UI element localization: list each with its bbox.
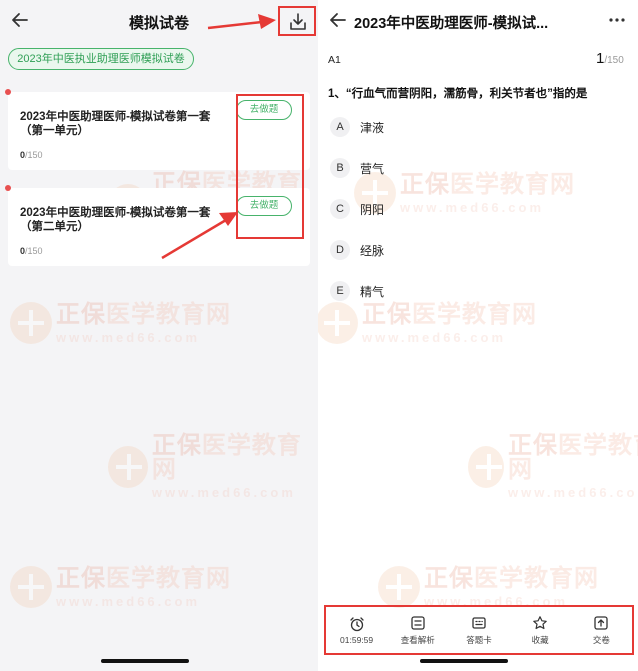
unread-dot (5, 185, 11, 191)
exam-title: 2023年中医助理医师-模拟试... (354, 16, 549, 32)
watermark-logo-icon (108, 445, 148, 488)
home-indicator[interactable] (101, 659, 189, 663)
answer-card-icon (472, 616, 486, 629)
watermark: 正保医学教育网 www.med66.com (10, 302, 231, 344)
submit-exam-button[interactable]: 交卷 (571, 615, 631, 646)
watermark-logo-icon (10, 566, 52, 608)
watermark: 正保医学教育网 www.med66.com (354, 172, 575, 214)
option-c[interactable]: C 阴阳 (330, 199, 384, 219)
upload-submit-icon (594, 615, 608, 630)
watermark-logo-icon (10, 302, 52, 344)
exam-card-title: 2023年中医助理医师-模拟试卷第一套（第一单元） (20, 111, 211, 138)
answer-card-button[interactable]: 答题卡 (449, 615, 509, 646)
watermark-logo-icon (378, 566, 420, 608)
option-a[interactable]: A 津液 (330, 117, 384, 137)
watermark: 正保医学教育网 www.med66.com (318, 302, 537, 344)
analysis-list-icon (411, 615, 425, 630)
home-indicator[interactable] (420, 659, 508, 663)
download-button-highlight (278, 6, 316, 36)
question-counter: 1/150 (596, 50, 624, 67)
annotation-highlight-box (236, 94, 304, 239)
watermark-logo-icon (468, 445, 504, 488)
more-options-icon[interactable] (608, 17, 626, 23)
download-icon[interactable] (288, 12, 308, 32)
option-d[interactable]: D 经脉 (330, 240, 384, 260)
timer-button[interactable]: 01:59:59 (327, 616, 387, 645)
favorite-button[interactable]: 收藏 (510, 615, 570, 646)
bottom-toolbar: 01:59:59 查看解析 答题卡 收藏 交卷 (324, 605, 634, 655)
exam-question-screen: 正保医学教育网 www.med66.com 正保医学教育网 www.med66.… (318, 0, 638, 671)
watermark: 正保医学教育网 www.med66.com (468, 434, 638, 499)
view-analysis-button[interactable]: 查看解析 (388, 615, 448, 646)
exam-card-title: 2023年中医助理医师-模拟试卷第一套（第二单元） (20, 207, 211, 234)
alarm-clock-icon (349, 616, 364, 631)
watermark: 正保医学教育网 www.med66.com (10, 566, 231, 608)
watermark: 正保医学教育网 www.med66.com (378, 566, 599, 608)
unread-dot (5, 89, 11, 95)
question-text: 1、“行血气而营阴阳，濡筋骨，利关节者也”指的是 (328, 88, 588, 100)
watermark-logo-icon (318, 302, 358, 344)
category-tag[interactable]: 2023年中医执业助理医师模拟试卷 (8, 48, 194, 70)
page-title: 模拟试卷 (128, 15, 189, 32)
exam-list-screen: 正保医学教育网 www.med66.com 正保医学教育网 www.med66.… (0, 0, 318, 671)
left-header: 模拟试卷 (0, 0, 318, 42)
question-type: A1 (328, 54, 341, 66)
exam-card-progress: 0/150 (20, 246, 43, 256)
back-arrow-icon[interactable] (328, 10, 348, 30)
option-e[interactable]: E 精气 (330, 281, 384, 301)
watermark: 正保医学教育网 www.med66.com (108, 434, 318, 499)
star-icon (533, 615, 547, 629)
option-b[interactable]: B 营气 (330, 158, 384, 178)
exam-card-progress: 0/150 (20, 150, 43, 160)
